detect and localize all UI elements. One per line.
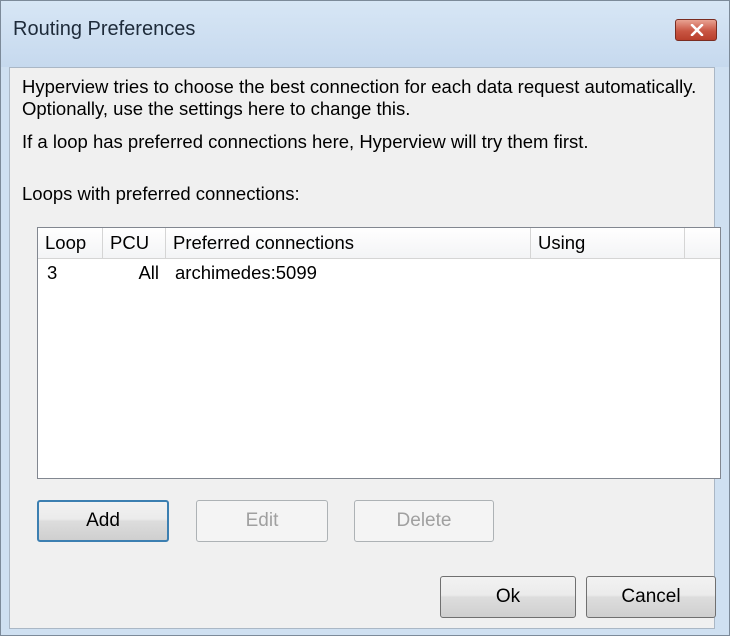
column-header-loop[interactable]: Loop	[38, 228, 103, 258]
close-button[interactable]	[675, 19, 717, 41]
cell-preferred-connection: archimedes:5099	[175, 262, 317, 283]
add-button[interactable]: Add	[37, 500, 169, 542]
routing-preferences-dialog: Routing Preferences Hyperview tries to c…	[0, 0, 730, 636]
cell-pcu: All	[138, 262, 159, 283]
cancel-button[interactable]: Cancel	[586, 576, 716, 618]
ok-button[interactable]: Ok	[440, 576, 576, 618]
preferred-connections-list[interactable]: Loop PCU Preferred connections Using 3 A…	[37, 227, 721, 479]
loop-preference-note: If a loop has preferred connections here…	[22, 131, 589, 152]
cell-loop: 3	[47, 262, 58, 283]
title-bar[interactable]: Routing Preferences	[1, 1, 729, 67]
column-header-preferred-connections[interactable]: Preferred connections	[166, 228, 531, 258]
list-label: Loops with preferred connections:	[22, 183, 300, 204]
dialog-body: Hyperview tries to choose the best conne…	[9, 67, 721, 629]
close-x-icon	[690, 24, 704, 36]
edit-button[interactable]: Edit	[196, 500, 328, 542]
column-header-pcu[interactable]: PCU	[103, 228, 166, 258]
table-row[interactable]: 3 All archimedes:5099	[38, 259, 720, 287]
description-text: Hyperview tries to choose the best conne…	[22, 76, 697, 119]
list-header: Loop PCU Preferred connections Using	[38, 228, 720, 259]
delete-button[interactable]: Delete	[354, 500, 494, 542]
window-title: Routing Preferences	[13, 18, 196, 40]
column-header-using[interactable]: Using	[531, 228, 685, 258]
